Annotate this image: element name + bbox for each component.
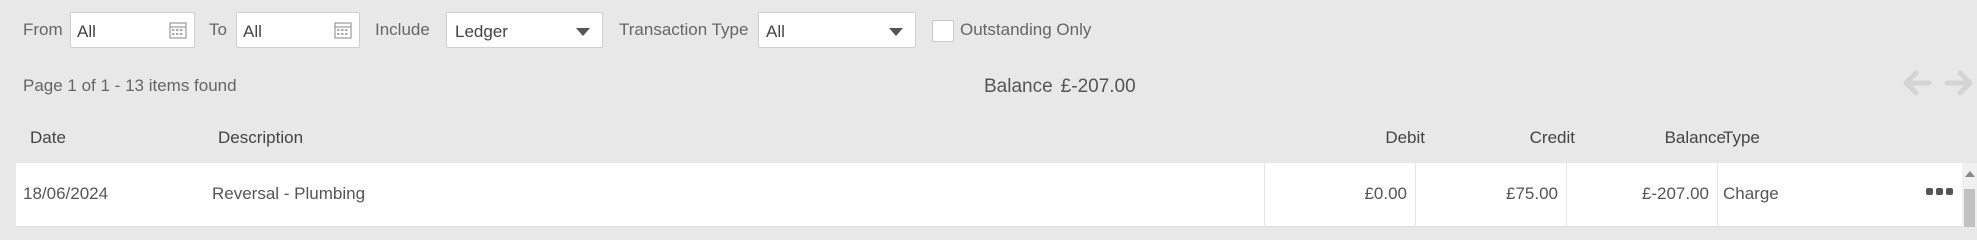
- transaction-type-select[interactable]: All: [758, 12, 916, 48]
- include-label: Include: [375, 20, 430, 39]
- arrow-left-icon[interactable]: [1902, 70, 1932, 96]
- column-header-type[interactable]: Type: [1723, 128, 1760, 148]
- column-header-credit[interactable]: Credit: [1530, 128, 1575, 148]
- table-header: Date Description Debit Credit Balance Ty…: [16, 124, 1956, 162]
- column-header-description[interactable]: Description: [218, 128, 303, 148]
- table-row[interactable]: 18/06/2024 Reversal - Plumbing £0.00 £75…: [16, 163, 1962, 227]
- include-selected-value: Ledger: [455, 22, 508, 41]
- chevron-down-icon: [576, 28, 590, 36]
- cell-description: Reversal - Plumbing: [212, 184, 366, 203]
- outstanding-only-label[interactable]: Outstanding Only: [960, 20, 1091, 40]
- scrollbar-thumb[interactable]: [1964, 189, 1975, 227]
- cell-debit: £0.00: [1265, 163, 1416, 227]
- to-date-input[interactable]: All: [236, 12, 360, 48]
- to-date-value: All: [243, 22, 262, 41]
- column-header-date[interactable]: Date: [30, 128, 66, 148]
- cell-credit-value: £75.00: [1506, 184, 1558, 203]
- vertical-scrollbar[interactable]: [1962, 163, 1977, 227]
- arrow-right-icon[interactable]: [1944, 70, 1974, 96]
- column-header-balance[interactable]: Balance: [1665, 128, 1726, 148]
- scroll-up-arrow-icon[interactable]: [1965, 171, 1975, 177]
- transaction-type-label: Transaction Type: [619, 20, 749, 39]
- more-options-icon[interactable]: [1926, 187, 1954, 197]
- cell-type-value: Charge: [1723, 184, 1779, 203]
- column-header-debit[interactable]: Debit: [1385, 128, 1425, 148]
- balance-summary-value: £-207.00: [1060, 76, 1136, 97]
- to-label: To: [209, 20, 227, 39]
- cell-credit: £75.00: [1416, 163, 1567, 227]
- chevron-down-icon: [889, 28, 903, 36]
- pagination-info: Page 1 of 1 - 13 items found: [23, 76, 237, 95]
- balance-summary: Balance £-207.00: [984, 76, 1136, 98]
- from-date-value: All: [77, 22, 96, 41]
- cell-debit-value: £0.00: [1364, 184, 1407, 203]
- calendar-icon[interactable]: [169, 21, 187, 39]
- outstanding-only-checkbox[interactable]: [932, 20, 954, 42]
- filter-bar: From All To All Include Ledger Transacti…: [0, 12, 1977, 48]
- calendar-icon[interactable]: [334, 21, 352, 39]
- cell-date-description: 18/06/2024 Reversal - Plumbing: [16, 163, 1265, 227]
- balance-summary-label: Balance: [984, 76, 1053, 97]
- cell-date: 18/06/2024: [23, 184, 109, 203]
- cell-balance-value: £-207.00: [1641, 184, 1709, 203]
- transaction-type-selected-value: All: [766, 22, 785, 41]
- cell-type: Charge: [1718, 163, 1958, 227]
- from-date-input[interactable]: All: [70, 12, 195, 48]
- include-select[interactable]: Ledger: [446, 12, 603, 48]
- cell-balance: £-207.00: [1567, 163, 1718, 227]
- from-label: From: [23, 20, 63, 39]
